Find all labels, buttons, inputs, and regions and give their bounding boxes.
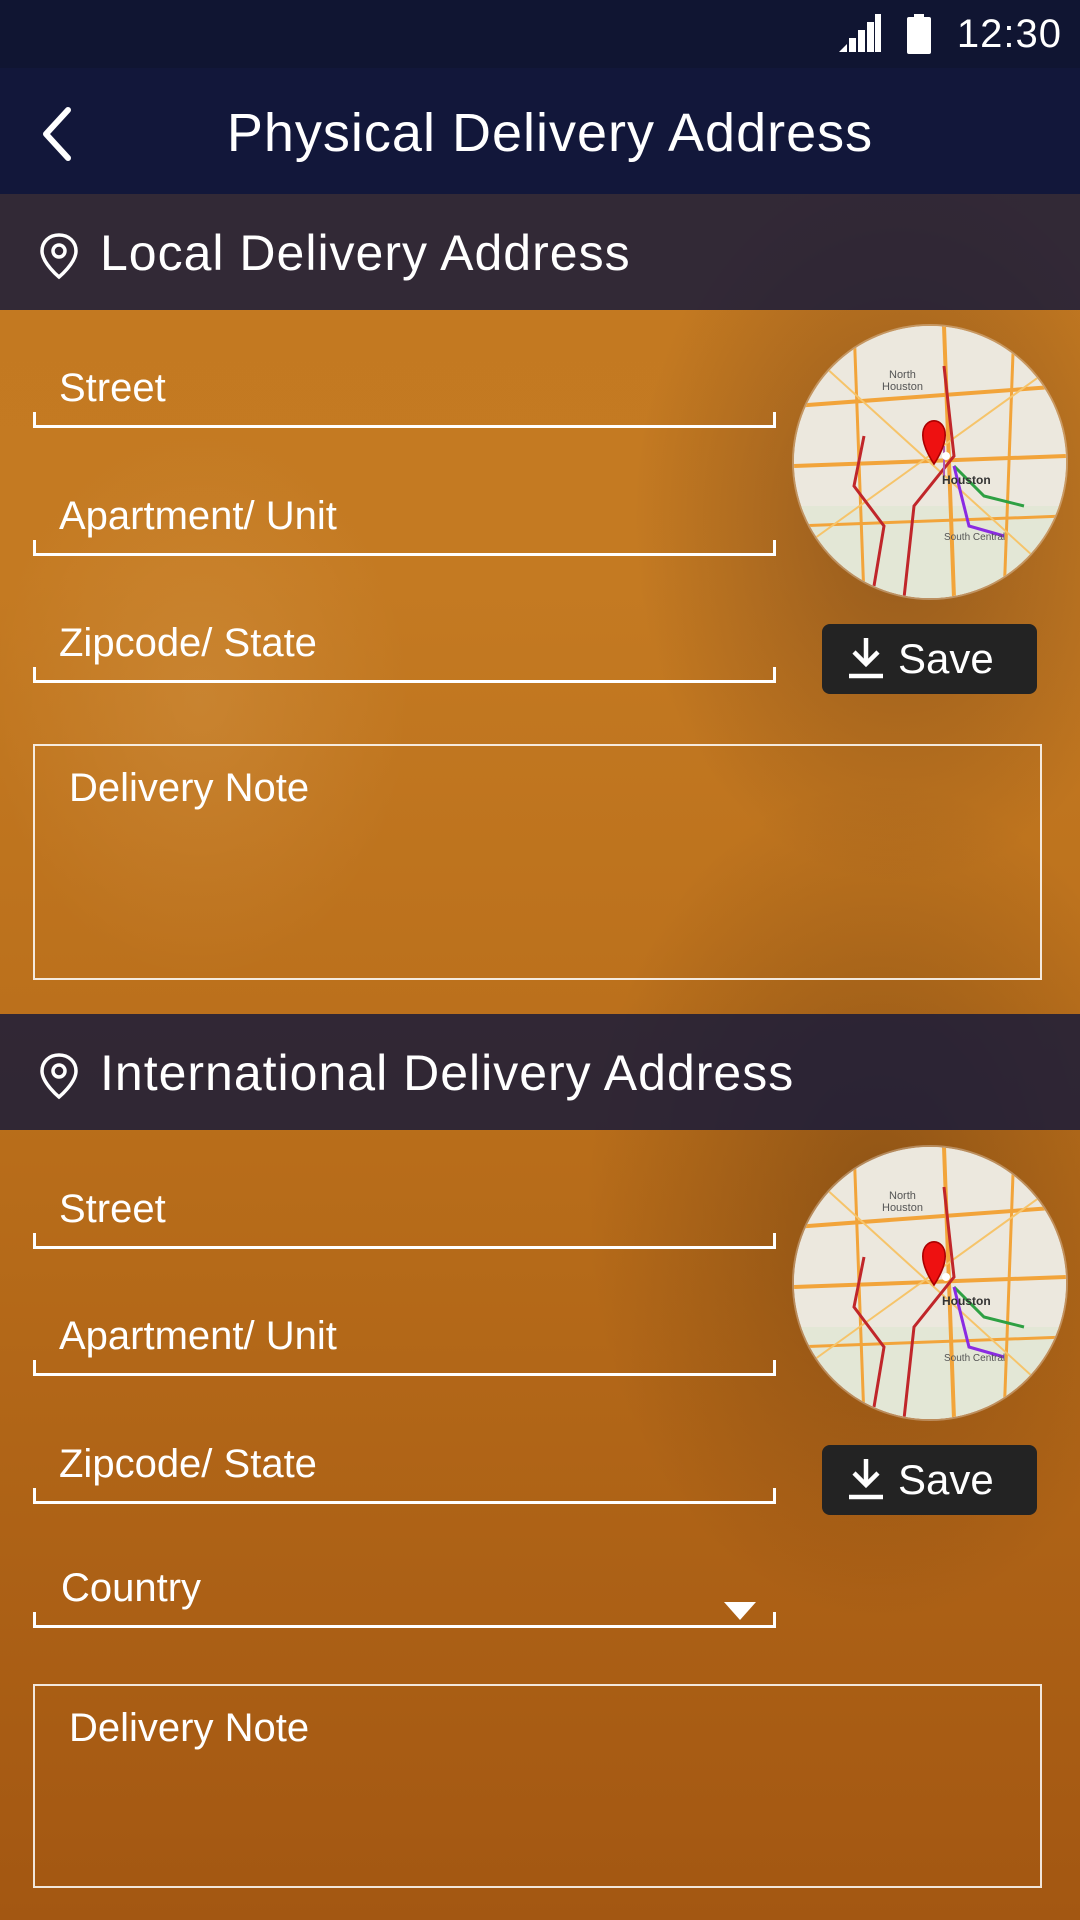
intl-street-placeholder: Street [59,1187,166,1231]
intl-map-thumbnail[interactable]: North Houston Houston South Central [794,1147,1066,1419]
local-section-title: Local Delivery Address [100,225,631,281]
local-street-input[interactable]: Street [33,356,776,428]
intl-zipcode-input[interactable]: Zipcode/ State [33,1432,776,1504]
map-label: North [889,1190,916,1202]
page-title: Physical Delivery Address [226,103,874,163]
intl-street-input[interactable]: Street [33,1177,776,1249]
intl-delivery-note[interactable]: Delivery Note [33,1684,1042,1888]
map-label: South Central [944,1353,1005,1364]
local-street-placeholder: Street [59,366,166,410]
intl-country-placeholder: Country [61,1566,202,1610]
intl-apartment-input[interactable]: Apartment/ Unit [33,1304,776,1376]
map-pin-icon [40,233,78,280]
app-bar: Physical Delivery Address [0,68,1080,194]
status-bar: 12:30 [0,0,1080,68]
intl-save-button[interactable]: Save [822,1445,1037,1515]
battery-icon [906,14,931,54]
intl-zipcode-placeholder: Zipcode/ State [59,1442,317,1486]
local-delivery-note[interactable]: Delivery Note [33,744,1042,980]
map-graphic: North Houston Houston South Central [794,326,1066,598]
international-section-header: International Delivery Address [0,1014,1080,1130]
map-label: Houston [942,1294,991,1308]
intl-save-label: Save [898,1456,994,1503]
local-note-placeholder: Delivery Note [69,766,310,810]
status-time: 12:30 [956,11,1062,56]
map-label: South Central [944,532,1005,543]
download-icon [849,1459,883,1500]
map-label: Houston [882,381,923,393]
signal-icon [838,14,881,52]
map-graphic: North Houston Houston South Central [794,1147,1066,1419]
local-apartment-input[interactable]: Apartment/ Unit [33,484,776,556]
local-apartment-placeholder: Apartment/ Unit [59,494,337,538]
map-label: Houston [882,1202,923,1214]
intl-note-placeholder: Delivery Note [69,1706,310,1750]
intl-country-select[interactable]: Country [33,1556,776,1628]
international-section-title: International Delivery Address [100,1045,795,1101]
local-save-button[interactable]: Save [822,624,1037,694]
map-label: Houston [942,473,991,487]
map-pin-icon [40,1053,78,1100]
caret-down-icon [724,1602,756,1620]
map-label: North [889,369,916,381]
download-icon [849,638,883,679]
local-save-label: Save [898,635,994,682]
local-section-header: Local Delivery Address [0,194,1080,310]
local-map-thumbnail[interactable]: North Houston Houston South Central [794,326,1066,598]
local-zipcode-placeholder: Zipcode/ State [59,621,317,665]
local-zipcode-input[interactable]: Zipcode/ State [33,611,776,683]
intl-apartment-placeholder: Apartment/ Unit [59,1314,337,1358]
